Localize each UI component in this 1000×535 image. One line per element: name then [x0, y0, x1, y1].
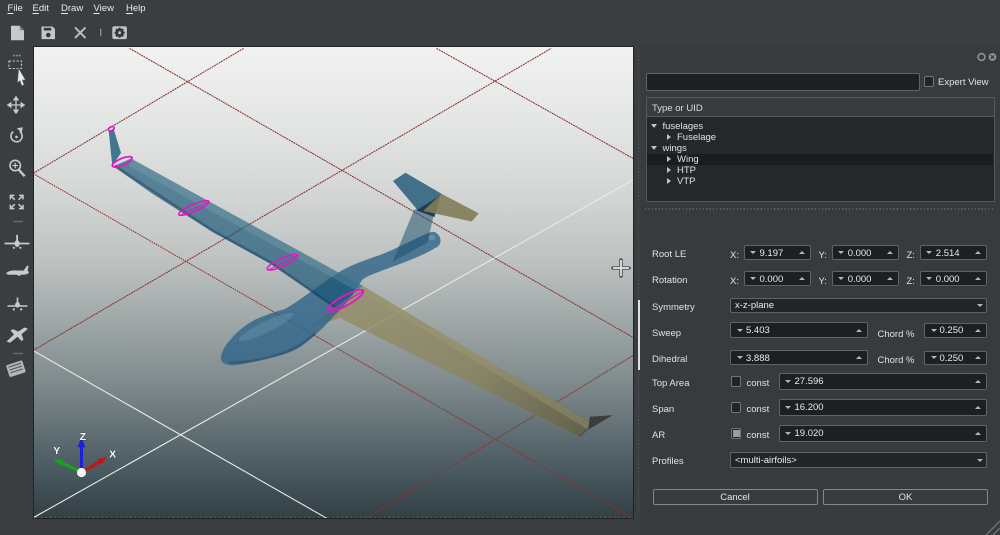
- svg-text:X: X: [109, 448, 116, 460]
- svg-text:Z: Z: [80, 431, 87, 443]
- svg-text:Y: Y: [53, 445, 60, 457]
